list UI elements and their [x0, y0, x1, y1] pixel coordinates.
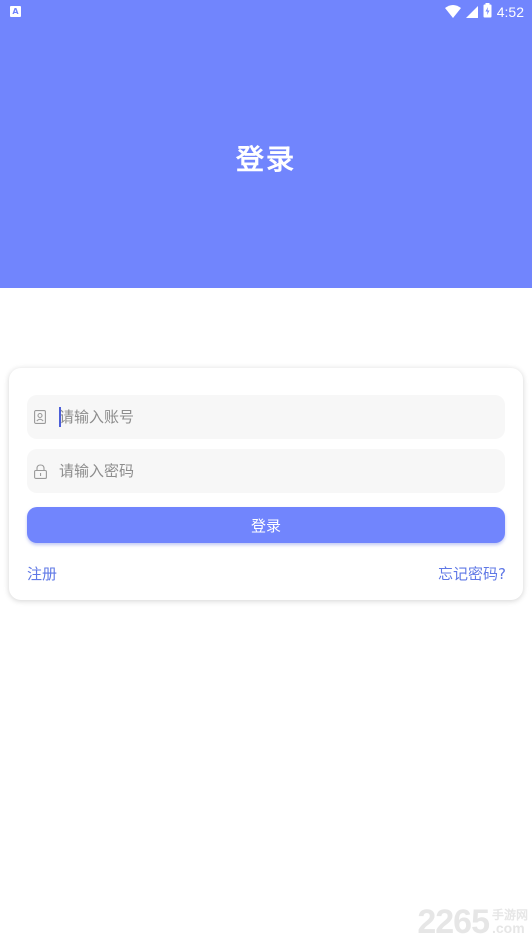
lock-icon [33, 463, 47, 479]
page-title: 登录 [235, 143, 296, 176]
battery-icon [483, 2, 492, 22]
watermark-number: 2265 [417, 902, 490, 941]
login-button[interactable]: 登录 [27, 507, 505, 543]
login-screen: A 4:52 登录 请输入账号 登录 注册 忘记密码? 2265 手游网 .co… [0, 0, 532, 946]
header-banner: A 4:52 登录 [0, 0, 532, 288]
wifi-icon [444, 3, 461, 22]
app-notification-icon: A [10, 6, 21, 17]
watermark-suffix: .com [491, 920, 525, 936]
user-card-icon [33, 409, 47, 425]
text-cursor [59, 407, 61, 427]
status-bar: A 4:52 [0, 0, 532, 24]
account-field[interactable] [27, 395, 505, 439]
login-card: 登录 注册 忘记密码? [9, 368, 523, 600]
status-indicators: 4:52 [444, 2, 524, 22]
password-input[interactable] [59, 449, 505, 493]
watermark-text: 手游网 .com [492, 909, 528, 935]
register-link[interactable]: 注册 [27, 563, 57, 584]
password-field[interactable] [27, 449, 505, 493]
forgot-password-link[interactable]: 忘记密码? [438, 563, 506, 584]
account-input[interactable] [59, 395, 505, 439]
signal-icon [465, 3, 478, 22]
site-watermark: 2265 手游网 .com [417, 902, 528, 942]
status-time: 4:52 [496, 4, 524, 20]
